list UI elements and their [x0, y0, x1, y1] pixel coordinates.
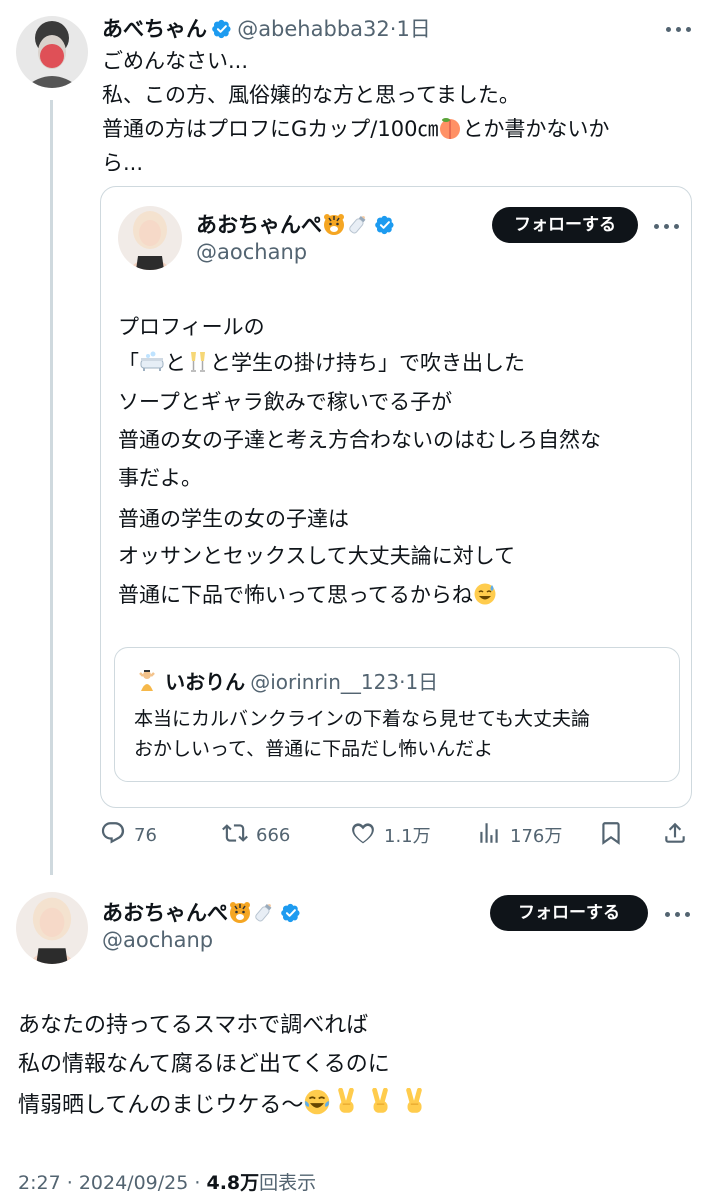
retweet-icon — [222, 820, 248, 851]
separator: · — [66, 1172, 73, 1194]
quote-text-line: 普通に下品で怖いって思ってるからね — [118, 580, 497, 611]
tweet-text-line: 私、この方、風俗嬢的な方と思ってました。 — [102, 83, 520, 107]
tiger-emoji-icon — [228, 900, 252, 924]
bathtub-emoji-icon — [139, 350, 165, 374]
nested-header: いおりん @iorinrin__123·1日 — [134, 667, 438, 699]
tweet-text-line: 情弱晒してんのまじウケる〜 — [18, 1086, 427, 1126]
more-options-icon[interactable] — [654, 221, 682, 231]
verified-badge-icon — [375, 215, 395, 235]
tiger-emoji-icon — [322, 212, 346, 236]
like-button[interactable]: 1.1万 — [350, 818, 431, 852]
author-handle[interactable]: @iorinrin__123 — [250, 670, 399, 694]
tweet-text-line: あなたの持ってるスマホで調べれば — [18, 1013, 369, 1038]
champagne-emoji-icon — [186, 350, 210, 374]
share-icon — [662, 820, 688, 851]
separator: · — [194, 1172, 201, 1194]
share-button[interactable] — [662, 818, 688, 852]
baby-bottle-emoji-icon — [346, 212, 370, 236]
more-options-icon[interactable] — [665, 909, 693, 919]
retweet-count: 666 — [256, 824, 291, 846]
like-count: 1.1万 — [384, 826, 431, 847]
victory-hand-emoji-icon — [333, 1088, 359, 1116]
victory-hand-emoji-icon — [367, 1088, 393, 1116]
more-options-icon[interactable] — [666, 24, 694, 34]
quote-text-segment: 「 — [118, 351, 139, 375]
retweet-button[interactable]: 666 — [222, 818, 290, 852]
views-icon — [476, 820, 502, 851]
nested-text-line: おかしいって、普通に下品だし怖いんだよ — [134, 738, 494, 760]
sweat-smile-emoji-icon — [473, 582, 497, 606]
verified-badge-icon — [281, 903, 301, 923]
timestamp[interactable]: 1日 — [405, 670, 438, 694]
follow-button[interactable]: フォローする — [490, 895, 648, 931]
tweet-text-segment: とか書かないか — [462, 117, 610, 141]
view-count-suffix: 回表示 — [259, 1172, 317, 1194]
thread-connector-line — [50, 100, 53, 875]
tweet-header: あおちゃんぺ — [102, 898, 301, 930]
tweet-text-line: ごめんなさい... — [102, 49, 249, 73]
tears-of-joy-emoji-icon — [303, 1088, 331, 1116]
tweet-metadata: 2:27 · 2024/09/25 · 4.8万回表示 — [18, 1168, 316, 1195]
nested-text-line: 本当にカルバンクラインの下着なら見せても大丈夫論 — [134, 708, 591, 730]
tweet-text-line: ら... — [102, 151, 144, 175]
bookmark-icon — [598, 820, 624, 851]
quote-text-line: 事だよ。 — [118, 466, 202, 490]
author-handle[interactable]: @aochanp — [196, 240, 307, 264]
tweet-text-line: 普通の方はプロフにGカップ/100㎝ とか書かないか — [102, 114, 609, 145]
baby-bottle-emoji-icon — [252, 900, 276, 924]
like-icon — [350, 820, 376, 851]
author-name[interactable]: あべちゃん — [102, 17, 207, 41]
tweet-text-line: 私の情報なんて腐るほど出てくるのに — [18, 1052, 390, 1077]
genie-emoji-icon — [134, 667, 160, 693]
quote-header: あおちゃんぺ — [196, 210, 395, 242]
victory-hand-emoji-icon — [401, 1088, 427, 1116]
reply-button[interactable]: 76 — [100, 818, 157, 852]
author-name[interactable]: あおちゃんぺ — [196, 213, 322, 237]
follow-button[interactable]: フォローする — [492, 207, 638, 243]
quote-text-line: オッサンとセックスして大丈夫論に対して — [118, 544, 516, 568]
tweet-text-segment: 情弱晒してんのまじウケる〜 — [18, 1093, 304, 1118]
quote-text-line: 普通の女の子達と考え方合わないのはむしろ自然な — [118, 428, 601, 452]
quote-text-line: ソープとギャラ飲みで稼いでる子が — [118, 390, 453, 414]
verified-badge-icon — [212, 19, 232, 39]
avatar[interactable] — [16, 16, 88, 88]
avatar[interactable] — [118, 206, 182, 270]
author-handle[interactable]: @aochanp — [102, 928, 213, 952]
quote-text-segment: と — [165, 351, 186, 375]
views-button[interactable]: 176万 — [476, 818, 562, 852]
author-name[interactable]: あおちゃんぺ — [102, 901, 228, 925]
post-date[interactable]: 2024/09/25 — [79, 1172, 189, 1194]
quote-text-segment: と学生の掛け持ち」で吹き出した — [210, 351, 525, 375]
quote-text-line: 「 とと学生の掛け持ち」で吹き出した — [118, 348, 525, 379]
avatar[interactable] — [16, 892, 88, 964]
quote-text-line: プロフィールの — [118, 315, 265, 339]
quote-text-segment: 普通に下品で怖いって思ってるからね — [118, 583, 473, 607]
bookmark-button[interactable] — [598, 818, 624, 852]
author-handle[interactable]: @abehabba32 — [237, 17, 390, 41]
reply-count: 76 — [134, 824, 157, 846]
tweet-header: あべちゃん @abehabba32·1日 — [102, 14, 431, 46]
views-count: 176万 — [510, 826, 563, 847]
timestamp[interactable]: 1日 — [396, 17, 430, 41]
view-count: 4.8万 — [206, 1172, 260, 1194]
quote-text-line: 普通の学生の女の子達は — [118, 507, 349, 531]
author-name[interactable]: いおりん — [165, 670, 245, 694]
peach-emoji-icon — [438, 116, 462, 140]
tweet-text-segment: 普通の方はプロフにGカップ/100㎝ — [102, 117, 439, 141]
reply-icon — [100, 820, 126, 851]
post-time[interactable]: 2:27 — [18, 1172, 61, 1194]
